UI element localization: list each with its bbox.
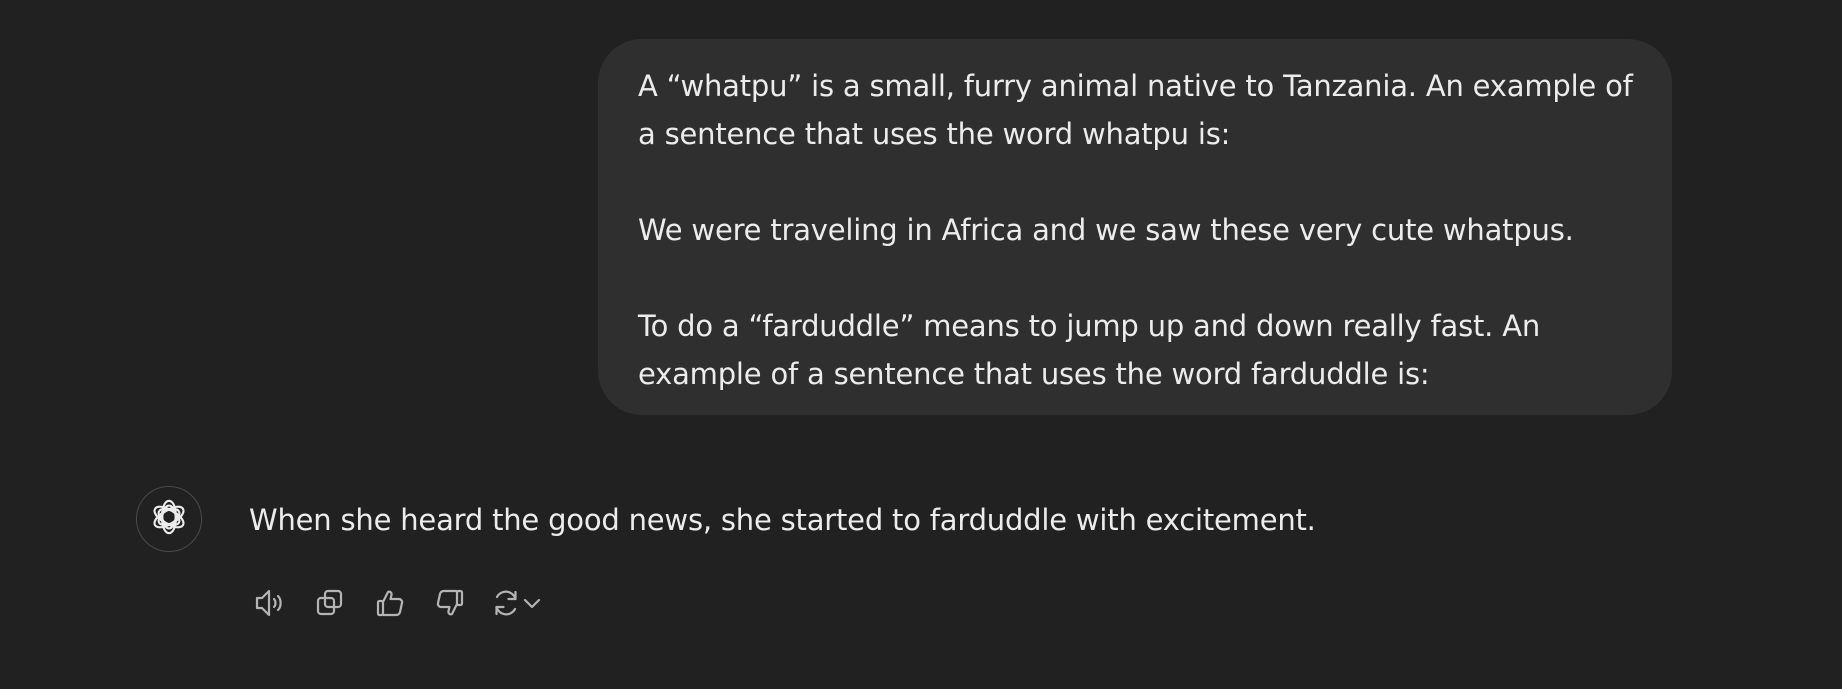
good-response-button[interactable]: [372, 585, 408, 621]
user-message-line: To do a “farduddle” means to jump up and…: [638, 309, 1541, 343]
user-message-line: A “whatpu” is a small, furry animal nati…: [638, 69, 1633, 103]
assistant-message-text: When she heard the good news, she starte…: [249, 503, 1316, 537]
assistant-avatar: [136, 486, 202, 552]
user-message-line: We were traveling in Africa and we saw t…: [638, 213, 1574, 247]
read-aloud-button[interactable]: [252, 585, 288, 621]
copy-button[interactable]: [312, 585, 348, 621]
openai-logo-icon: [150, 498, 188, 540]
user-message-line: example of a sentence that uses the word…: [638, 357, 1430, 391]
chevron-down-icon: [521, 592, 543, 614]
speaker-icon: [253, 586, 287, 620]
user-message-line: a sentence that uses the word whatpu is:: [638, 117, 1231, 151]
thumbs-down-icon: [434, 587, 466, 619]
bad-response-button[interactable]: [432, 585, 468, 621]
user-message-bubble: A “whatpu” is a small, furry animal nati…: [598, 39, 1672, 415]
thumbs-up-icon: [374, 587, 406, 619]
copy-icon: [314, 587, 346, 619]
model-switcher-dropdown[interactable]: [518, 585, 546, 621]
